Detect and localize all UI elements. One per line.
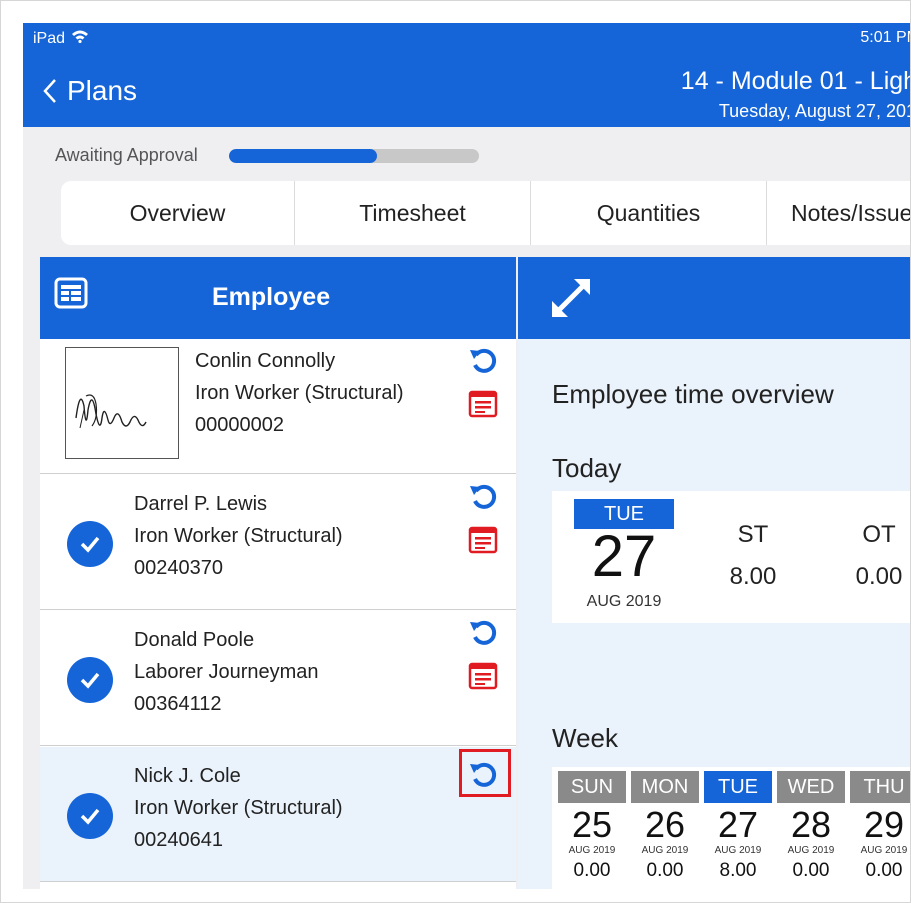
- week-card: SUN 25 AUG 2019 0.00 MON 26 AUG 2019 0.0…: [552, 767, 910, 889]
- weekday-hours: 0.00: [646, 860, 684, 881]
- status-bar-left: iPad: [33, 29, 89, 48]
- weekday-date: 27: [717, 804, 759, 845]
- overview-title: Employee time overview: [552, 379, 834, 409]
- list-item[interactable]: Conlin Connolly Iron Worker (Structural)…: [40, 339, 516, 474]
- week-day-thu[interactable]: THU 29 AUG 2019 0.00: [850, 771, 910, 882]
- week-day-mon[interactable]: MON 26 AUG 2019 0.00: [631, 771, 699, 882]
- weekday-header: THU: [850, 771, 910, 803]
- week-label: Week: [552, 723, 618, 753]
- approval-progress-fill: [229, 149, 377, 163]
- week-day-tue[interactable]: TUE 27 AUG 2019 8.00: [704, 771, 772, 882]
- weekday-header: MON: [631, 771, 699, 803]
- status-time: 5:01 PM: [860, 29, 910, 46]
- list-item[interactable]: Donald Poole Laborer Journeyman 00364112: [40, 611, 516, 746]
- page-title: 14 - Module 01 - Light: [680, 67, 911, 95]
- ipad-screen: iPad 5:01 PM Plans 14 - Module 01 - Ligh…: [23, 23, 911, 889]
- weekday-month-year: AUG 2019: [860, 845, 908, 856]
- back-button[interactable]: Plans: [43, 75, 137, 107]
- weekday-header: SUN: [558, 771, 626, 803]
- employee-info: Conlin Connolly Iron Worker (Structural)…: [195, 345, 404, 441]
- today-month-year: AUG 2019: [586, 593, 662, 610]
- ot-value: 0.00: [855, 563, 903, 590]
- refresh-icon[interactable]: [468, 345, 498, 380]
- list-item[interactable]: Darrel P. Lewis Iron Worker (Structural)…: [40, 475, 516, 610]
- weekday-month-year: AUG 2019: [787, 845, 835, 856]
- employee-id: 00364112: [134, 693, 222, 715]
- st-label: ST: [737, 521, 769, 548]
- tab-bar: Overview Timesheet Quantities Notes/Issu…: [61, 181, 910, 245]
- page-subtitle: Tuesday, August 27, 2019: [718, 101, 911, 121]
- employee-name: Conlin Connolly: [195, 350, 336, 372]
- weekday-hours: 8.00: [719, 860, 757, 881]
- employee-list: Conlin Connolly Iron Worker (Structural)…: [40, 339, 516, 889]
- expand-icon[interactable]: [548, 275, 594, 326]
- today-day: 27: [591, 524, 657, 589]
- signature-thumbnail: [65, 347, 179, 459]
- employee-panel-header: Employee: [40, 257, 516, 339]
- weekday-month-year: AUG 2019: [714, 845, 762, 856]
- tab-quantities[interactable]: Quantities: [531, 181, 767, 245]
- employee-info: Nick J. Cole Iron Worker (Structural) 00…: [134, 760, 343, 856]
- st-value: 8.00: [729, 563, 777, 590]
- employee-role: Iron Worker (Structural): [195, 382, 404, 404]
- overview-panel-header: [518, 257, 910, 339]
- checkmark-icon: [67, 521, 113, 567]
- overview-panel: Employee time overview Today TUE 27 AUG …: [518, 339, 910, 889]
- list-view-icon[interactable]: [54, 277, 88, 314]
- wifi-icon: [71, 29, 89, 48]
- employee-role: Iron Worker (Structural): [134, 797, 343, 819]
- timesheet-document-icon[interactable]: [468, 661, 498, 696]
- employee-role: Iron Worker (Structural): [134, 525, 343, 547]
- employee-id: 00240370: [134, 557, 223, 579]
- ot-label: OT: [862, 521, 896, 548]
- screenshot-frame: iPad 5:01 PM Plans 14 - Module 01 - Ligh…: [0, 0, 911, 903]
- week-day-wed[interactable]: WED 28 AUG 2019 0.00: [777, 771, 845, 882]
- weekday-header: WED: [777, 771, 845, 803]
- employee-info: Darrel P. Lewis Iron Worker (Structural)…: [134, 488, 343, 584]
- tab-overview[interactable]: Overview: [61, 181, 295, 245]
- employee-id: 00240641: [134, 829, 223, 851]
- refresh-icon[interactable]: [468, 481, 498, 516]
- employee-name: Darrel P. Lewis: [134, 493, 268, 515]
- weekday-date: 25: [571, 804, 613, 845]
- checkmark-icon: [67, 657, 113, 703]
- tab-notes-issues[interactable]: Notes/Issues: [767, 181, 910, 245]
- weekday-header: TUE: [704, 771, 772, 803]
- today-label: Today: [552, 453, 622, 483]
- employee-role: Laborer Journeyman: [134, 661, 319, 683]
- tab-timesheet[interactable]: Timesheet: [295, 181, 531, 245]
- weekday-month-year: AUG 2019: [641, 845, 689, 856]
- employee-id: 00000002: [195, 414, 284, 436]
- today-card: TUE 27 AUG 2019 ST 8.00 OT 0.00: [552, 491, 910, 623]
- timesheet-document-icon[interactable]: [468, 525, 498, 560]
- refresh-icon[interactable]: [468, 617, 498, 652]
- chevron-left-icon: [43, 78, 57, 104]
- back-label: Plans: [67, 75, 138, 106]
- employee-info: Donald Poole Laborer Journeyman 00364112: [134, 624, 319, 720]
- weekday-date: 28: [790, 804, 832, 845]
- approval-progress-bar: [229, 149, 479, 163]
- week-day-sun[interactable]: SUN 25 AUG 2019 0.00: [558, 771, 626, 882]
- weekday-hours: 0.00: [792, 860, 830, 881]
- list-item[interactable]: Nick J. Cole Iron Worker (Structural) 00…: [40, 747, 516, 882]
- weekday-month-year: AUG 2019: [568, 845, 616, 856]
- employee-panel-title: Employee: [212, 283, 331, 311]
- checkmark-icon: [67, 793, 113, 839]
- progress-label: Awaiting Approval: [55, 145, 198, 165]
- employee-name: Donald Poole: [134, 629, 255, 651]
- app-header: iPad 5:01 PM Plans 14 - Module 01 - Ligh…: [23, 23, 911, 127]
- weekday-date: 26: [644, 804, 686, 845]
- refresh-highlight-box: [459, 749, 511, 797]
- weekday-hours: 0.00: [573, 860, 611, 881]
- timesheet-document-icon[interactable]: [468, 389, 498, 424]
- weekday-date: 29: [863, 804, 905, 845]
- employee-name: Nick J. Cole: [134, 765, 241, 787]
- device-label: iPad: [33, 29, 66, 47]
- weekday-hours: 0.00: [865, 860, 903, 881]
